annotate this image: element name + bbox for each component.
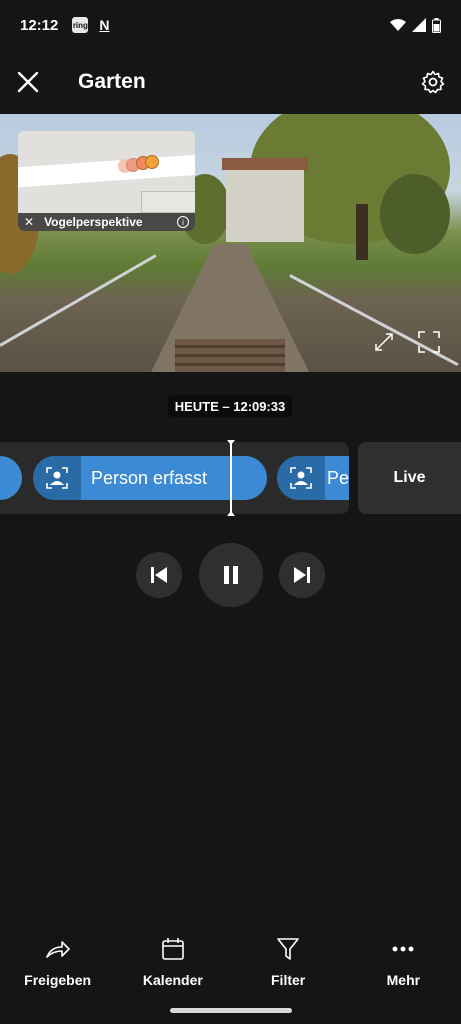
expand-button[interactable] [372, 330, 396, 354]
settings-button[interactable] [405, 50, 461, 114]
nav-item-calendar[interactable]: Kalender [115, 926, 230, 996]
page-title: Garten [78, 70, 146, 93]
wifi-icon [390, 19, 406, 31]
timestamp-label: HEUTE – 12:09:33 [168, 395, 292, 417]
live-button[interactable]: Live [358, 442, 461, 514]
close-button[interactable] [0, 50, 58, 114]
pause-button[interactable] [199, 543, 263, 607]
close-icon [17, 71, 39, 93]
video-trunk [356, 204, 368, 260]
video-stairs [175, 339, 285, 372]
video-player[interactable]: ✕ Vogelperspektive i [0, 114, 461, 372]
event-label: Person erfasst [91, 467, 208, 488]
signal-icon [412, 18, 426, 32]
skip-previous-button[interactable] [136, 552, 182, 598]
skip-previous-icon [151, 567, 167, 583]
birdseye-caption: ✕ Vogelperspektive i [18, 213, 195, 231]
info-icon[interactable]: i [177, 216, 189, 228]
nav-item-filter[interactable]: Filter [231, 926, 346, 996]
video-tree [380, 174, 450, 254]
nav-label: Freigeben [24, 972, 92, 988]
status-time: 12:12 [20, 16, 59, 34]
fullscreen-button[interactable] [417, 330, 441, 354]
share-icon [45, 932, 71, 966]
event-pill-next[interactable]: Per [277, 456, 349, 500]
home-indicator[interactable] [170, 1008, 292, 1013]
person-detect-icon [33, 456, 81, 500]
filter-icon [276, 932, 300, 966]
event-timeline[interactable]: Person erfasst Per [0, 442, 349, 514]
app-header: Garten [0, 50, 461, 114]
ring-app-icon: ring [72, 17, 89, 33]
battery-icon [432, 17, 441, 33]
nav-item-share[interactable]: Freigeben [0, 926, 115, 996]
birdseye-road [18, 154, 195, 188]
person-detect-icon [277, 456, 325, 500]
gear-icon [421, 70, 445, 94]
n-app-icon: N [99, 17, 110, 33]
pause-icon [224, 566, 238, 584]
more-icon [392, 932, 414, 966]
nav-label: Mehr [386, 972, 421, 988]
nav-label: Filter [271, 972, 306, 988]
birdseye-view[interactable]: ✕ Vogelperspektive i [18, 131, 195, 231]
expand-diagonal-icon [375, 333, 393, 351]
video-building [222, 158, 308, 242]
status-indicators [390, 17, 441, 33]
birdseye-building [141, 191, 195, 213]
birdseye-track-dot [145, 155, 159, 169]
fullscreen-icon [418, 331, 440, 353]
playback-controls [0, 543, 461, 607]
video-railing-left [0, 254, 157, 347]
event-label: Per [327, 467, 349, 488]
birdseye-close-icon[interactable]: ✕ [24, 215, 34, 229]
bottom-navigation: Freigeben Kalender Filter Mehr [0, 926, 461, 996]
skip-next-button[interactable] [279, 552, 325, 598]
event-pill-previous[interactable] [0, 456, 22, 500]
skip-next-icon [294, 567, 310, 583]
nav-item-more[interactable]: Mehr [346, 926, 461, 996]
status-bar: 12:12 ring N [0, 0, 461, 50]
calendar-icon [161, 932, 185, 966]
nav-label: Kalender [142, 972, 203, 988]
timeline-playhead[interactable] [227, 440, 235, 516]
birdseye-label: Vogelperspektive [44, 215, 143, 229]
